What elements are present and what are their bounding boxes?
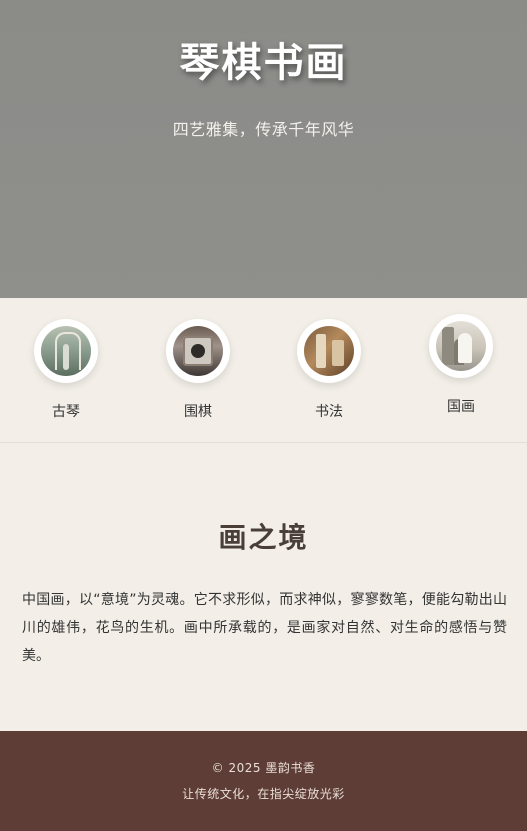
guqin-image bbox=[41, 326, 91, 376]
footer-copyright: © 2025 墨韵书香 bbox=[211, 761, 316, 775]
shufa-image bbox=[304, 326, 354, 376]
category-nav: 古琴 围棋 书法 国画 bbox=[0, 298, 527, 443]
painting-section: 画之境 中国画，以“意境”为灵魂。它不求形似，而求神似，寥寥数笔，便能勾勒出山川… bbox=[0, 444, 527, 731]
hero-banner: 琴棋书画 四艺雅集，传承千年风华 bbox=[0, 0, 527, 298]
nav-item-guqin[interactable]: 古琴 bbox=[11, 319, 121, 421]
hero-subtitle: 四艺雅集，传承千年风华 bbox=[172, 120, 355, 139]
nav-item-label: 古琴 bbox=[52, 404, 80, 420]
nav-item-label: 书法 bbox=[315, 404, 343, 420]
weiqi-image bbox=[173, 326, 223, 376]
nav-thumb-frame bbox=[166, 319, 230, 383]
nav-item-label: 国画 bbox=[447, 399, 475, 415]
nav-thumb-frame bbox=[297, 319, 361, 383]
nav-thumb-frame bbox=[34, 319, 98, 383]
nav-item-weiqi[interactable]: 围棋 bbox=[143, 319, 253, 421]
section-body: 中国画，以“意境”为灵魂。它不求形似，而求神似，寥寥数笔，便能勾勒出山川的雄伟，… bbox=[22, 592, 507, 664]
nav-item-label: 围棋 bbox=[184, 404, 212, 420]
nav-thumb-frame bbox=[429, 314, 493, 378]
page-footer: © 2025 墨韵书香 让传统文化，在指尖绽放光彩 bbox=[0, 731, 527, 831]
hero-title: 琴棋书画 bbox=[179, 39, 348, 86]
nav-item-guohua[interactable]: 国画 bbox=[406, 314, 516, 416]
footer-tagline: 让传统文化，在指尖绽放光彩 bbox=[182, 787, 345, 801]
section-title: 画之境 bbox=[218, 521, 309, 554]
guohua-image bbox=[436, 321, 486, 371]
nav-item-shufa[interactable]: 书法 bbox=[274, 319, 384, 421]
